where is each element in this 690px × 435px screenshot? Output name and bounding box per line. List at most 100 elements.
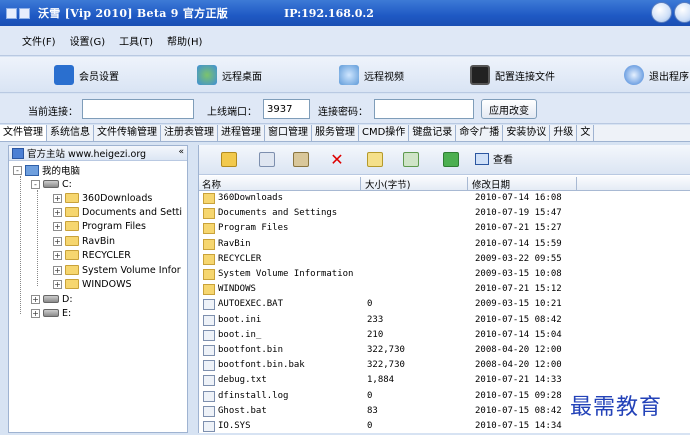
expand-icon[interactable]: +	[53, 236, 62, 246]
table-row[interactable]: 360Downloads 2010-07-14 16:08	[199, 192, 690, 207]
member-settings-button[interactable]: 会员设置	[54, 63, 119, 87]
tab-broadcast[interactable]: 命令广播	[456, 125, 504, 141]
tree-header: 官方主站 www.heigezi.org «	[9, 146, 187, 161]
port-input[interactable]	[263, 99, 310, 119]
tree-node-drive-d[interactable]: + D:	[31, 292, 73, 306]
minimize-button[interactable]	[651, 2, 672, 23]
cell-name: WINDOWS	[218, 284, 256, 295]
tree-node-folder[interactable]: + RECYCLER	[53, 248, 131, 262]
computer-icon	[25, 164, 39, 176]
file-icon	[203, 329, 215, 341]
table-row[interactable]: Program Files 2010-07-21 15:27	[199, 222, 690, 237]
table-row[interactable]: System Volume Information 2009-03-15 10:0…	[199, 268, 690, 283]
table-row[interactable]: bootfont.bin 322,730 2008-04-20 12:00	[199, 344, 690, 359]
menu-tools[interactable]: 工具(T)	[119, 33, 153, 48]
table-row[interactable]: bootfont.bin.bak 322,730 2008-04-20 12:00	[199, 359, 690, 374]
upload-icon[interactable]	[403, 152, 419, 167]
remote-video-button[interactable]: 远程视频	[339, 63, 404, 87]
config-file-button[interactable]: 配置连接文件	[470, 63, 555, 87]
file-icon	[203, 314, 215, 326]
table-row[interactable]: AUTOEXEC.BAT 0 2009-03-15 10:21	[199, 298, 690, 313]
tab-window[interactable]: 窗口管理	[265, 125, 312, 141]
expand-icon[interactable]: +	[53, 265, 62, 275]
cell-size: 1,884	[367, 375, 395, 386]
menu-help[interactable]: 帮助(H)	[167, 33, 202, 48]
tab-file-manager[interactable]: 文件管理	[0, 125, 47, 141]
tree-node-drive-c[interactable]: - C:	[31, 177, 72, 191]
system-menu-icon[interactable]	[6, 7, 17, 19]
expand-icon[interactable]: +	[53, 279, 62, 289]
menu-file[interactable]: 文件(F)	[22, 33, 56, 48]
collapse-pane-button[interactable]: «	[178, 147, 184, 157]
paste-icon[interactable]	[293, 152, 309, 167]
website-link[interactable]: 官方主站 www.heigezi.org	[27, 146, 146, 160]
apply-changes-button[interactable]: 应用改变	[481, 99, 537, 119]
cell-size: 233	[367, 314, 384, 325]
table-row[interactable]: RavBin 2010-07-14 15:59	[199, 238, 690, 253]
table-row[interactable]: boot.ini 233 2010-07-15 08:42	[199, 314, 690, 329]
table-row[interactable]: RECYCLER 2009-03-22 09:55	[199, 253, 690, 268]
column-name[interactable]: 名称	[199, 177, 361, 191]
column-size[interactable]: 大小(字节)	[362, 177, 468, 191]
file-icon	[203, 345, 215, 356]
drive-icon	[43, 180, 59, 188]
folder-icon	[65, 236, 79, 246]
tab-registry[interactable]: 注册表管理	[161, 125, 218, 141]
expand-icon[interactable]: +	[53, 221, 62, 231]
column-date[interactable]: 修改日期	[469, 177, 577, 191]
drive-icon	[43, 295, 59, 303]
tab-upgrade[interactable]: 升级	[550, 125, 578, 141]
folder-icon	[203, 208, 215, 220]
expand-icon[interactable]: +	[53, 193, 62, 203]
table-row[interactable]: boot.in_ 210 2010-07-14 15:04	[199, 329, 690, 344]
exit-icon	[624, 65, 644, 85]
copy-icon[interactable]	[259, 152, 275, 167]
collapse-icon[interactable]: -	[13, 165, 22, 175]
tab-service[interactable]: 服务管理	[312, 125, 359, 141]
new-folder-icon[interactable]	[367, 152, 383, 167]
tree-node-my-computer[interactable]: - 我的电脑	[13, 163, 80, 177]
tab-more[interactable]: 文	[577, 125, 595, 141]
delete-icon[interactable]: ✕	[329, 152, 345, 168]
tree-node-folder[interactable]: + System Volume Infor	[53, 263, 181, 277]
folder-icon	[203, 223, 215, 235]
tree-node-folder[interactable]: + Program Files	[53, 219, 146, 233]
cell-date: 2009-03-15 10:21	[475, 299, 562, 310]
current-connection-input[interactable]	[82, 99, 194, 119]
drive-icon	[43, 309, 59, 317]
password-input[interactable]	[374, 99, 474, 119]
maximize-button[interactable]	[674, 2, 690, 23]
tree-node-folder[interactable]: + 360Downloads	[53, 191, 152, 205]
cell-name: IO.SYS	[218, 421, 251, 431]
tab-cmd[interactable]: CMD操作	[359, 125, 410, 141]
expand-icon[interactable]: +	[31, 294, 40, 304]
tree-node-folder[interactable]: + Documents and Setti	[53, 205, 182, 219]
exit-button[interactable]: 退出程序	[624, 63, 689, 87]
tree-line	[37, 190, 38, 286]
tab-keylogger[interactable]: 键盘记录	[409, 125, 457, 141]
tree-line	[20, 176, 21, 314]
window-system-icons[interactable]	[6, 7, 30, 19]
up-folder-icon[interactable]	[221, 152, 237, 167]
expand-icon[interactable]: +	[31, 308, 40, 318]
refresh-icon[interactable]	[443, 152, 459, 167]
table-row[interactable]: WINDOWS 2010-07-21 15:12	[199, 283, 690, 298]
table-row[interactable]: debug.txt 1,884 2010-07-21 14:33	[199, 374, 690, 389]
tab-file-transfer[interactable]: 文件传输管理	[94, 125, 161, 141]
tree-node-folder[interactable]: + WINDOWS	[53, 277, 132, 291]
expand-icon[interactable]: +	[53, 250, 62, 260]
remote-desktop-button[interactable]: 远程桌面	[197, 63, 262, 87]
tab-process[interactable]: 进程管理	[218, 125, 265, 141]
menu-settings[interactable]: 设置(G)	[70, 33, 106, 48]
table-row[interactable]: Documents and Settings 2010-07-19 15:47	[199, 207, 690, 222]
view-button[interactable]: 查看	[475, 151, 513, 166]
tree-node-drive-e[interactable]: + E:	[31, 306, 71, 320]
cell-name: Program Files	[218, 223, 289, 234]
tab-install-protocol[interactable]: 安装协议	[503, 125, 551, 141]
expand-icon[interactable]: +	[53, 207, 62, 217]
tab-system-info[interactable]: 系统信息	[47, 125, 94, 141]
collapse-icon[interactable]: -	[31, 179, 40, 189]
file-icon	[203, 299, 215, 311]
column-empty	[578, 177, 690, 190]
tree-node-folder[interactable]: + RavBin	[53, 234, 115, 248]
